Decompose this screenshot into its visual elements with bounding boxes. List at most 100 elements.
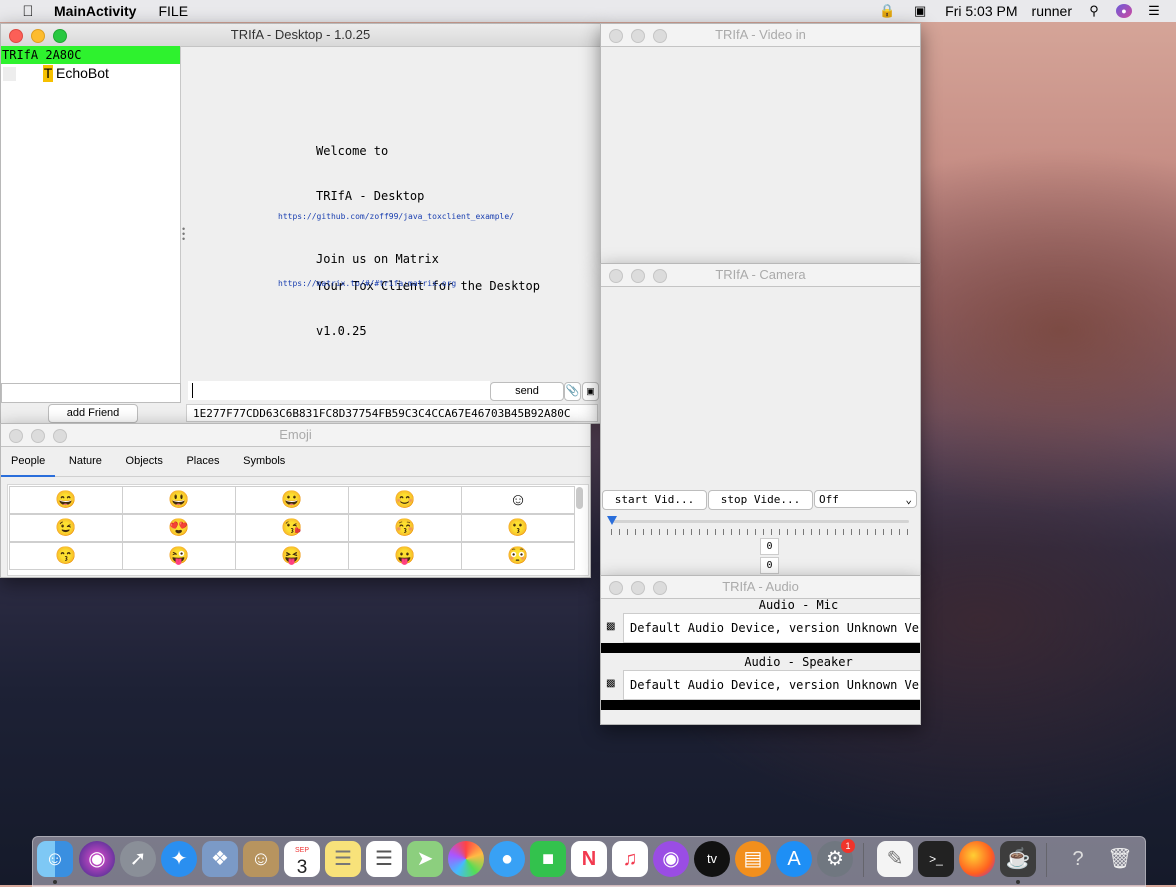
trash-icon[interactable]: 🗑	[1102, 841, 1138, 877]
app-store-icon[interactable]: A	[776, 841, 812, 877]
welcome-line-3	[316, 234, 540, 249]
zoom-icon[interactable]	[53, 29, 67, 43]
tox-id[interactable]: 1E277F77CDD63C6B831FC8D37754FB59C3C4CCA6…	[186, 404, 598, 422]
stop-video-button[interactable]: stop Vide...	[708, 490, 813, 510]
zoom-icon[interactable]	[653, 269, 667, 283]
camera-slider[interactable]	[607, 516, 911, 538]
terminal-icon[interactable]: >_	[918, 841, 954, 877]
emoji-cell[interactable]: 😊	[348, 486, 462, 514]
matrix-link[interactable]: https://matrix.to/#/#trifa:matrix.org	[278, 279, 456, 288]
close-icon[interactable]	[9, 429, 23, 443]
safari-icon[interactable]: ✦	[161, 841, 197, 877]
emoji-cell[interactable]: 😚	[348, 514, 462, 542]
emoji-cell[interactable]: 😘	[235, 514, 349, 542]
friend-status-box	[3, 67, 16, 81]
tab-places[interactable]: Places	[176, 446, 229, 476]
speaker-device-select[interactable]: Default Audio Device, version Unknown Ve…	[623, 670, 920, 700]
siri-icon[interactable]: ◉	[79, 841, 115, 877]
github-link[interactable]: https://github.com/zoff99/java_toxclient…	[278, 212, 514, 221]
books-icon[interactable]: ▤	[735, 841, 771, 877]
emoji-cell[interactable]: 😄	[9, 486, 123, 514]
tv-icon[interactable]: tv	[694, 841, 730, 877]
emoji-cell[interactable]: 😙	[9, 542, 123, 570]
help-icon[interactable]: ?	[1060, 841, 1096, 877]
emoji-cell[interactable]: ☺	[461, 486, 575, 514]
minimize-icon[interactable]	[31, 29, 45, 43]
search-icon[interactable]: ⚲	[1086, 4, 1102, 18]
emoji-window-titlebar[interactable]: Emoji	[1, 424, 590, 447]
start-video-button[interactable]: start Vid...	[602, 490, 707, 510]
send-button[interactable]: send	[490, 382, 564, 401]
textedit-icon[interactable]: ✎	[877, 841, 913, 877]
java-icon[interactable]: ☕	[1000, 841, 1036, 877]
emoji-cell[interactable]: 😉	[9, 514, 123, 542]
reminders-icon[interactable]: ☰	[366, 841, 402, 877]
contacts-icon[interactable]: ☺	[243, 841, 279, 877]
chevron-down-icon: ⌄	[905, 493, 912, 506]
news-icon[interactable]: N	[571, 841, 607, 877]
emoji-cell[interactable]: 😳	[461, 542, 575, 570]
attach-file-icon[interactable]: 📎	[564, 382, 581, 401]
preview-icon[interactable]: ❖	[202, 841, 238, 877]
music-icon[interactable]: ♫	[612, 841, 648, 877]
add-friend-button[interactable]: add Friend	[48, 404, 138, 423]
menubar-user[interactable]: runner	[1032, 3, 1072, 19]
camera-select[interactable]: Off ⌄	[814, 490, 917, 508]
minimize-icon[interactable]	[31, 429, 45, 443]
mic-device-select[interactable]: Default Audio Device, version Unknown Ve…	[623, 613, 920, 643]
siri-icon[interactable]: ●	[1116, 4, 1132, 18]
zoom-icon[interactable]	[653, 29, 667, 43]
main-window: TRIfA - Desktop - 1.0.25 TRIfA 2A80C T E…	[0, 23, 601, 424]
close-icon[interactable]	[609, 29, 623, 43]
minimize-icon[interactable]	[631, 269, 645, 283]
emoji-cell[interactable]: 😝	[235, 542, 349, 570]
audio-titlebar[interactable]: TRIfA - Audio	[601, 576, 920, 599]
emoji-cell[interactable]: 😛	[348, 542, 462, 570]
emoji-cell[interactable]: 😃	[122, 486, 236, 514]
tab-symbols[interactable]: Symbols	[233, 446, 295, 476]
minimize-icon[interactable]	[631, 29, 645, 43]
dock: ☺ ◉ ➚ ✦ ❖ ☺ SEP 3 ☰ ☰ ➤ ● ■ N ♫ ◉ tv ▤ A…	[32, 836, 1146, 887]
app-menu[interactable]: MainActivity	[54, 3, 136, 19]
minimize-icon[interactable]	[631, 581, 645, 595]
close-icon[interactable]	[609, 269, 623, 283]
maps-icon[interactable]: ➤	[407, 841, 443, 877]
main-window-titlebar[interactable]: TRIfA - Desktop - 1.0.25	[1, 24, 600, 47]
display-icon[interactable]: ▣	[909, 4, 931, 18]
notes-icon[interactable]: ☰	[325, 841, 361, 877]
apple-menu-icon[interactable]: 	[18, 3, 38, 20]
mic-level-bar	[601, 643, 920, 653]
emoji-cell[interactable]: 😀	[235, 486, 349, 514]
emoji-cell[interactable]: 😗	[461, 514, 575, 542]
close-icon[interactable]	[9, 29, 23, 43]
screenshot-icon[interactable]: ▣	[582, 382, 599, 401]
split-pane-handle[interactable]: • • •	[182, 225, 185, 244]
camera-titlebar[interactable]: TRIfA - Camera	[601, 264, 920, 287]
facetime-icon[interactable]: ■	[530, 841, 566, 877]
video-in-titlebar[interactable]: TRIfA - Video in	[601, 24, 920, 47]
tab-nature[interactable]: Nature	[59, 446, 112, 476]
firefox-icon[interactable]	[959, 841, 995, 877]
friend-search-input[interactable]	[1, 383, 181, 403]
photos-icon[interactable]	[448, 841, 484, 877]
close-icon[interactable]	[609, 581, 623, 595]
lock-icon[interactable]: 🔒	[879, 4, 895, 18]
tab-objects[interactable]: Objects	[116, 446, 173, 476]
calendar-icon[interactable]: SEP 3	[284, 841, 320, 878]
messages-icon[interactable]: ●	[489, 841, 525, 877]
podcasts-icon[interactable]: ◉	[653, 841, 689, 877]
launchpad-icon[interactable]: ➚	[120, 841, 156, 877]
zoom-icon[interactable]	[653, 581, 667, 595]
emoji-cell[interactable]: 😍	[122, 514, 236, 542]
file-menu[interactable]: FILE	[158, 3, 188, 19]
menubar-clock[interactable]: Fri 5:03 PM	[945, 3, 1017, 19]
slider-thumb[interactable]	[607, 516, 617, 525]
emoji-cell[interactable]: 😜	[122, 542, 236, 570]
zoom-icon[interactable]	[53, 429, 67, 443]
tab-people[interactable]: People	[1, 447, 56, 477]
finder-icon[interactable]: ☺	[37, 841, 73, 877]
friend-list-item[interactable]: T EchoBot	[1, 64, 180, 84]
message-input[interactable]	[188, 381, 490, 400]
emoji-scrollbar[interactable]	[576, 487, 583, 509]
control-center-icon[interactable]: ☰	[1146, 4, 1162, 18]
